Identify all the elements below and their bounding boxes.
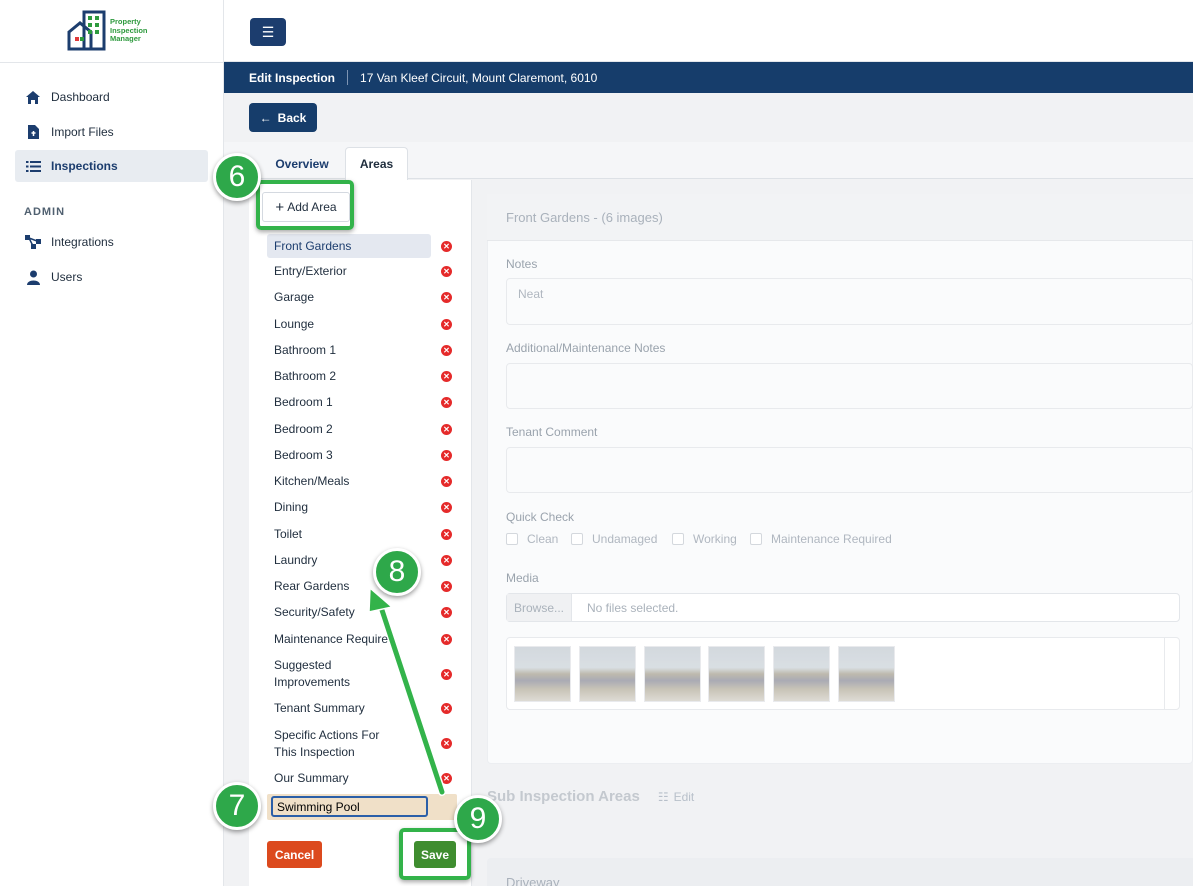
step-6-badge: 6 [213,153,261,201]
step-9-badge: 9 [454,795,502,843]
step-8-badge: 8 [373,548,421,596]
step-7-badge: 7 [213,782,261,830]
annotation-arrow [368,586,446,796]
